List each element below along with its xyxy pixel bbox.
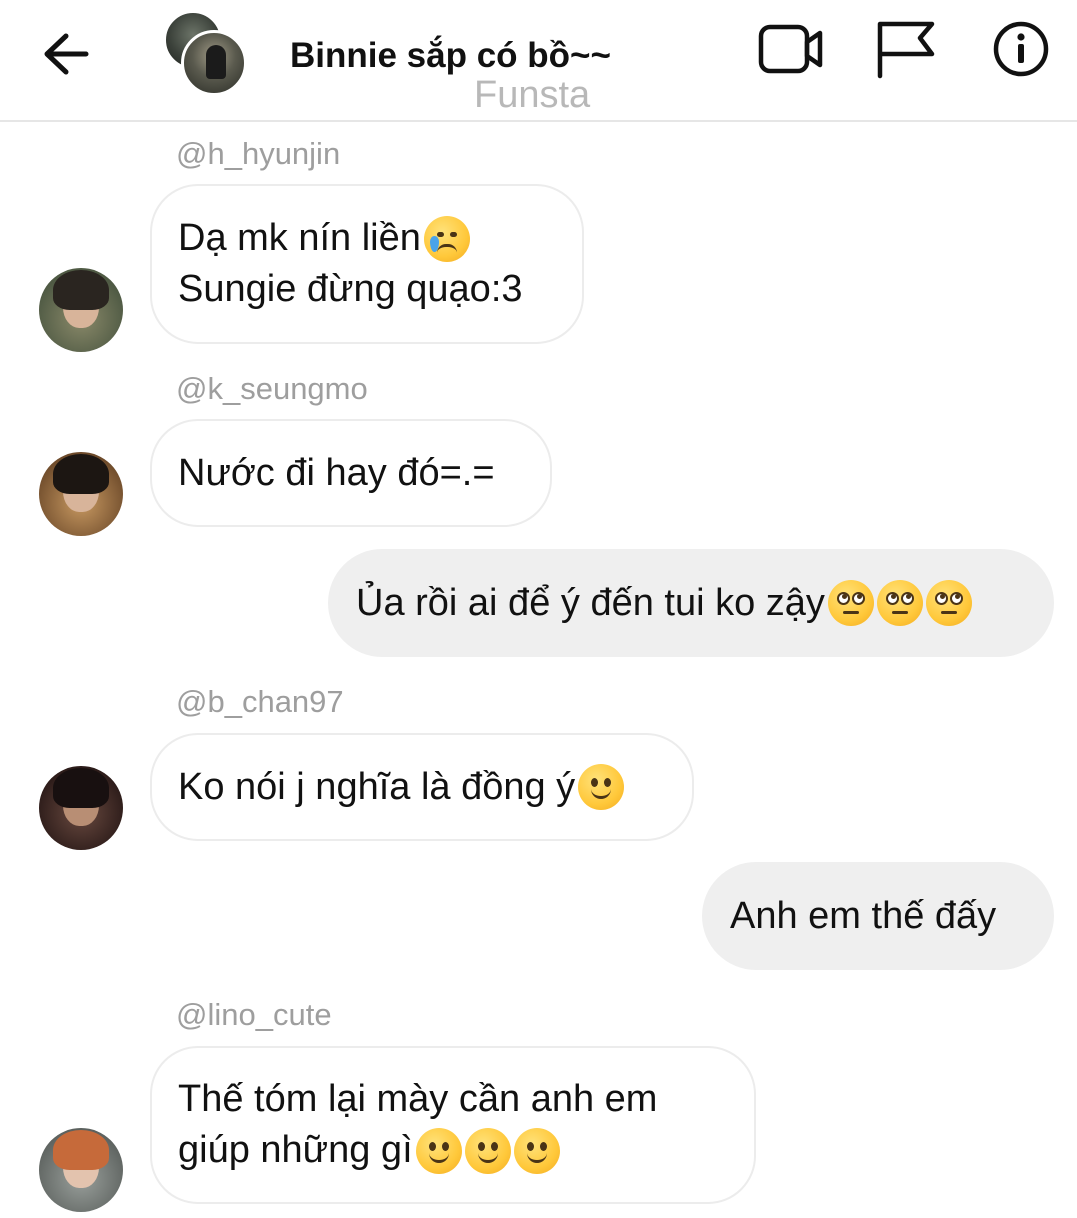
message-text: Ko nói j nghĩa là đồng ý xyxy=(178,765,576,808)
avatar-h-hyunjin[interactable] xyxy=(39,268,123,352)
crying-face-emoji-icon xyxy=(423,215,470,262)
sender-name: @h_hyunjin xyxy=(176,136,341,171)
message-text: giúp những gì xyxy=(178,1129,413,1171)
flag-icon xyxy=(874,18,936,85)
message-text: Thế tóm lại mày cần anh em xyxy=(178,1078,658,1120)
back-button[interactable] xyxy=(38,28,94,84)
avatar-b-chan97[interactable] xyxy=(39,766,123,850)
message-line: giúp những gì xyxy=(178,1125,728,1176)
report-button[interactable] xyxy=(872,20,938,82)
incoming-message[interactable]: Thế tóm lại mày cần anh em giúp những gì xyxy=(150,1046,756,1204)
message-line: Sungie đừng quạo:3 xyxy=(178,264,556,315)
message-text: Sungie đừng quạo:3 xyxy=(178,268,523,310)
sender-name: @k_seungmo xyxy=(176,371,368,406)
message-line: Nước đi hay đó=.= xyxy=(178,448,524,499)
sender-name: @lino_cute xyxy=(176,997,332,1032)
group-avatar-front xyxy=(181,30,247,96)
slightly-smiling-face-emoji-icon xyxy=(513,1127,560,1174)
info-icon xyxy=(991,19,1051,84)
chat-header: Binnie sắp có bồ~~ Funsta xyxy=(0,0,1077,122)
message-text: Nước đi hay đó=.= xyxy=(178,451,495,494)
slightly-smiling-face-emoji-icon xyxy=(578,764,625,810)
message-line: Ko nói j nghĩa là đồng ý xyxy=(178,762,666,813)
chat-subtitle: Funsta xyxy=(474,74,591,116)
video-call-button[interactable] xyxy=(758,20,824,82)
avatar-k-seungmo[interactable] xyxy=(39,452,123,536)
rolling-eyes-emoji-icon xyxy=(925,580,972,626)
message-text: Anh em thế đấy xyxy=(730,894,997,937)
outgoing-message[interactable]: Anh em thế đấy xyxy=(702,862,1054,970)
slightly-smiling-face-emoji-icon xyxy=(464,1127,511,1174)
info-button[interactable] xyxy=(988,20,1054,82)
message-line: Dạ mk nín liền xyxy=(178,213,556,264)
message-text: Dạ mk nín liền xyxy=(178,217,421,259)
outgoing-message[interactable]: Ủa rồi ai để ý đến tui ko zậy xyxy=(328,549,1054,657)
avatar-lino-cute[interactable] xyxy=(39,1128,123,1212)
message-line: Thế tóm lại mày cần anh em xyxy=(178,1074,728,1125)
group-avatar[interactable] xyxy=(163,10,253,96)
slightly-smiling-face-emoji-icon xyxy=(415,1127,462,1174)
message-text: Ủa rồi ai để ý đến tui ko zậy xyxy=(356,581,825,624)
rolling-eyes-emoji-icon xyxy=(876,580,923,626)
rolling-eyes-emoji-icon xyxy=(827,580,874,626)
incoming-message[interactable]: Ko nói j nghĩa là đồng ý xyxy=(150,733,694,841)
incoming-message[interactable]: Nước đi hay đó=.= xyxy=(150,419,552,527)
arrow-left-icon xyxy=(42,32,90,81)
video-camera-icon xyxy=(758,21,824,82)
sender-name: @b_chan97 xyxy=(176,684,344,719)
chat-title[interactable]: Binnie sắp có bồ~~ xyxy=(290,36,611,76)
incoming-message[interactable]: Dạ mk nín liền Sungie đừng quạo:3 xyxy=(150,184,584,344)
